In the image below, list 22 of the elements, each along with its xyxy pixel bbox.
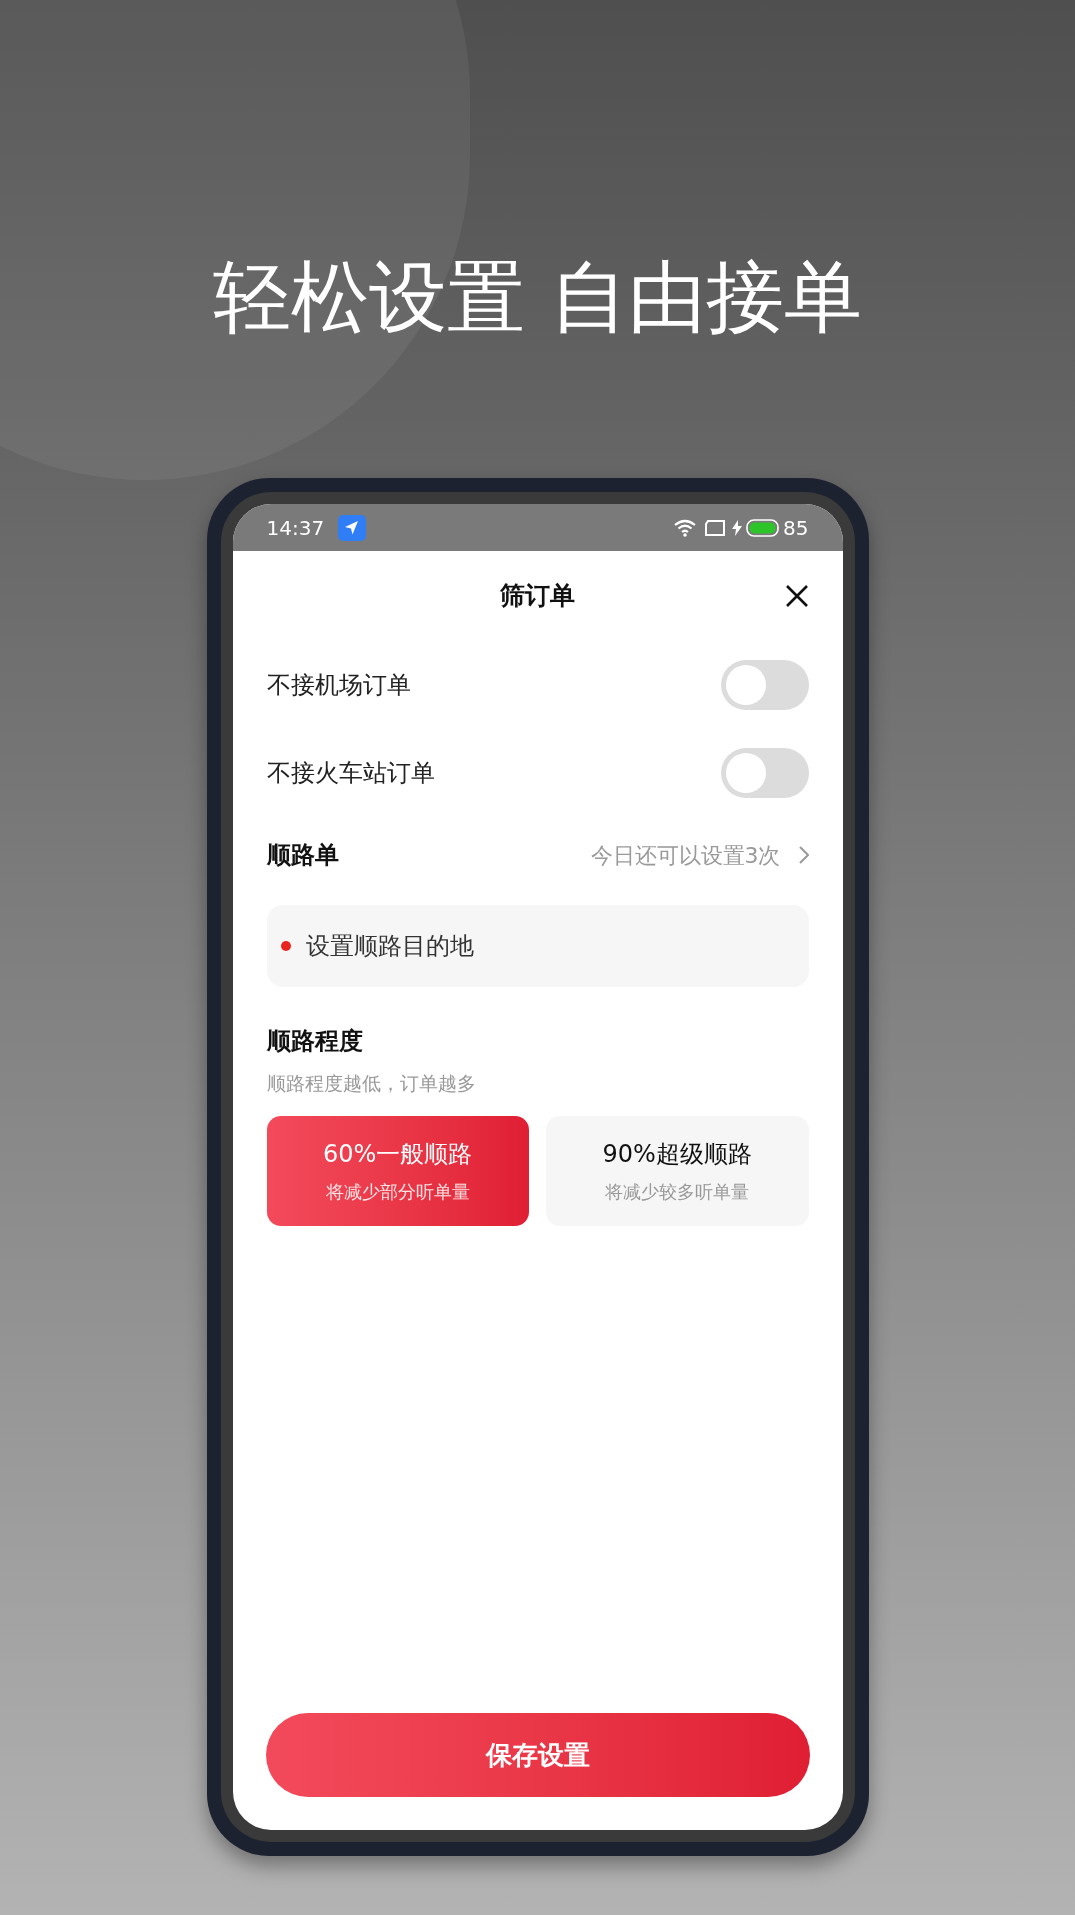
toggle-switch[interactable] bbox=[720, 748, 809, 798]
status-time: 14:37 bbox=[266, 514, 325, 542]
route-option[interactable]: 90%超级顺路 将减少较多听单量 bbox=[546, 1115, 809, 1226]
wifi-icon bbox=[673, 518, 698, 537]
toggle-switch[interactable] bbox=[720, 660, 809, 710]
section-hint: 顺路程度越低，订单越多 bbox=[266, 1071, 477, 1096]
battery-percent: 85 bbox=[783, 514, 809, 542]
screen-icon bbox=[705, 519, 727, 536]
headline: 轻松设置 自由接单 bbox=[213, 258, 862, 336]
remaining-link[interactable]: 今日还可以设置3次 bbox=[590, 838, 809, 872]
section-title: 顺路单 bbox=[266, 840, 339, 871]
toggle-label: 不接火车站订单 bbox=[266, 758, 435, 789]
battery-icon bbox=[746, 518, 780, 537]
route-option[interactable]: 60%一般顺路 将减少部分听单量 bbox=[266, 1115, 529, 1226]
toggle-label: 不接机场订单 bbox=[266, 670, 411, 701]
close-icon[interactable] bbox=[784, 584, 809, 608]
charging-bolt-icon bbox=[732, 519, 743, 536]
chevron-right-icon bbox=[798, 846, 809, 864]
section-title: 顺路程度 bbox=[266, 1026, 364, 1057]
destination-field[interactable]: 设置顺路目的地 bbox=[266, 905, 809, 987]
dialog-title: 筛订单 bbox=[500, 580, 575, 613]
save-button[interactable]: 保存设置 bbox=[265, 1713, 810, 1797]
